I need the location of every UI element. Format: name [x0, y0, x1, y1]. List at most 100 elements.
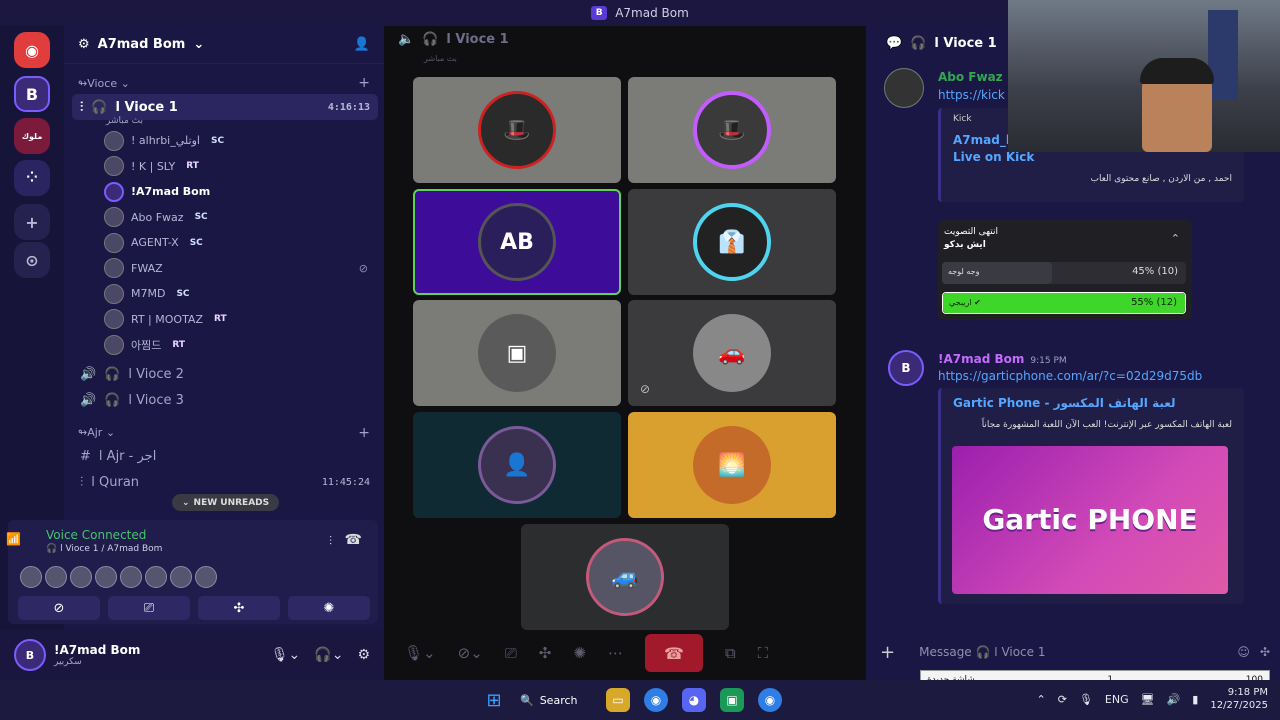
participant-tile[interactable]: 👤 — [413, 412, 621, 518]
noise-suppression-icon[interactable]: ⫶ — [329, 534, 332, 549]
discord-home-icon[interactable]: ◉ — [14, 32, 50, 68]
headphones-icon[interactable]: 🎧⌄ — [314, 647, 343, 663]
gartic-phone-image[interactable]: Gartic PHONE — [952, 446, 1228, 594]
microphone-icon[interactable]: 🎙⌄ — [271, 647, 301, 663]
add-channel-icon[interactable]: + — [358, 75, 370, 91]
category-label: Vioce — [87, 76, 118, 90]
app-icon[interactable]: ▣ — [720, 688, 744, 712]
avatar[interactable] — [45, 566, 67, 588]
voice-user[interactable]: ! K | SLY RT — [64, 154, 384, 180]
avatar[interactable] — [95, 566, 117, 588]
message-link[interactable]: https://kick — [938, 88, 1005, 102]
message-composer[interactable]: + Message 🎧 ا Vioce 1 ☺ ✣ — [880, 636, 1270, 668]
embed-title[interactable]: Gartic Phone - لعبة الهاتف المكسور — [953, 396, 1176, 410]
windows-start-icon[interactable]: ⊞ — [482, 688, 506, 712]
camera-off-button[interactable]: ⊘ — [18, 596, 100, 620]
poll-option-winner[interactable]: اريبجي ✔ 55% (12) — [942, 292, 1186, 314]
message-input[interactable]: Message 🎧 ا Vioce 1 — [919, 645, 1045, 659]
file-explorer-icon[interactable]: ▭ — [606, 688, 630, 712]
discord-icon[interactable]: ◕ — [682, 688, 706, 712]
voice-user[interactable]: M7MD SC — [64, 281, 384, 307]
avatar — [104, 232, 124, 253]
channel-quran[interactable]: ⫶ ا Quran 11:45:24 — [72, 470, 378, 496]
camera-off-icon[interactable]: ⊘⌄ — [458, 644, 483, 662]
voice-user[interactable]: Abo Fwaz SC — [64, 205, 384, 231]
screen-share-icon[interactable]: ⎚ — [505, 644, 517, 662]
microphone-icon[interactable]: 🎙 — [1079, 693, 1093, 706]
popout-icon[interactable]: ⧉ — [725, 644, 736, 662]
voice-user[interactable]: FWAZ ⊘ — [64, 256, 384, 282]
message-author[interactable]: Abo Fwaz — [938, 70, 1003, 84]
voice-user[interactable]: RT | MOOTAZ RT — [64, 307, 384, 333]
apps-icon[interactable]: ✣ — [1260, 645, 1270, 659]
hash-icon: # — [80, 449, 91, 464]
server-header[interactable]: ⚙ A7mad Bom ⌄ 👤 — [64, 26, 384, 64]
voice-user[interactable]: 아찜드 RT — [64, 332, 384, 358]
volume-icon[interactable]: 🔊 — [1167, 693, 1181, 706]
participant-tile[interactable]: 🎩 — [413, 77, 621, 183]
activities-icon[interactable]: ✣ — [539, 644, 552, 662]
avatar[interactable] — [70, 566, 92, 588]
participant-tile[interactable]: 🚙 — [521, 524, 729, 630]
role-badge: SC — [189, 237, 203, 248]
channel-vioce-3[interactable]: 🔊 🎧 ا Vioce 3 — [72, 388, 378, 414]
screen-share-button[interactable]: ⎚ — [108, 596, 190, 620]
avatar[interactable] — [145, 566, 167, 588]
voice-user[interactable]: ! alhrbi_اوتلي SC — [64, 128, 384, 154]
avatar[interactable] — [195, 566, 217, 588]
message-link[interactable]: https://garticphone.com/ar/?c=02d29d75db — [938, 369, 1202, 383]
avatar[interactable]: B — [888, 350, 924, 386]
voice-user[interactable]: AGENT-X SC — [64, 230, 384, 256]
chevron-up-icon[interactable]: ⌃ — [1171, 232, 1180, 245]
participant-tile[interactable]: ▣ — [413, 300, 621, 406]
chrome-icon[interactable]: ◉ — [644, 688, 668, 712]
channel-ajr[interactable]: # ا Ajr - اجر — [72, 444, 378, 470]
channel-vioce-2[interactable]: 🔊 🎧 ا Vioce 2 — [72, 362, 378, 388]
taskbar-search[interactable]: 🔍 Search — [520, 688, 592, 712]
category-vioce[interactable]: ↬ Vioce ⌄ + — [64, 72, 384, 94]
participant-tile[interactable]: 🎩 — [628, 77, 836, 183]
avatar[interactable] — [170, 566, 192, 588]
server-folder[interactable]: ⁘ — [14, 160, 50, 196]
participant-tile[interactable]: 👔 — [628, 189, 836, 295]
avatar[interactable] — [884, 68, 924, 108]
language-indicator[interactable]: ENG — [1105, 693, 1129, 706]
chevron-up-icon[interactable]: ⌃ — [1037, 693, 1046, 706]
activities-button[interactable]: ✣ — [198, 596, 280, 620]
discover-icon[interactable]: ⊙ — [14, 242, 50, 278]
signal-icon[interactable]: 📶 — [6, 532, 21, 546]
more-options-icon[interactable]: ⋯ — [608, 644, 623, 662]
avatar[interactable] — [120, 566, 142, 588]
disconnect-icon[interactable]: ☎ — [345, 532, 362, 548]
soundboard-icon[interactable]: ✺ — [573, 644, 586, 662]
chrome-profile-icon[interactable]: ◉ — [758, 688, 782, 712]
emoji-icon[interactable]: ☺ — [1237, 645, 1250, 659]
voice-user[interactable]: !A7mad Bom — [64, 179, 384, 205]
battery-icon[interactable]: ▮ — [1192, 693, 1198, 706]
settings-gear-icon[interactable]: ⚙ — [357, 647, 370, 663]
disconnect-button[interactable]: ☎ — [644, 634, 703, 672]
add-member-icon[interactable]: 👤 — [354, 37, 370, 52]
avatar[interactable]: B — [14, 639, 46, 671]
participant-tile-speaking[interactable]: AB — [413, 189, 621, 295]
participant-tile[interactable]: 🌅 — [628, 412, 836, 518]
poll-option[interactable]: وجه لوجه 45% (10) — [942, 262, 1186, 284]
add-server-icon[interactable]: + — [14, 204, 50, 240]
add-attachment-icon[interactable]: + — [880, 642, 895, 663]
clock[interactable]: 9:18 PM 12/27/2025 — [1210, 686, 1268, 712]
sync-icon[interactable]: ⟳ — [1058, 693, 1067, 706]
network-icon[interactable]: 🖥 — [1141, 693, 1155, 706]
soundboard-button[interactable]: ✺ — [288, 596, 370, 620]
new-unreads-pill[interactable]: ⌄ NEW UNREADS — [172, 494, 280, 511]
category-ajr[interactable]: ↬ Ajr ⌄ + — [64, 422, 384, 444]
avatar[interactable] — [20, 566, 42, 588]
microphone-icon[interactable]: 🎙⌄ — [404, 644, 436, 662]
fullscreen-icon[interactable]: ⛶ — [758, 644, 769, 662]
add-channel-icon[interactable]: + — [358, 425, 370, 441]
category-label: Ajr — [87, 426, 103, 439]
server-red[interactable]: ملوك — [14, 118, 50, 154]
participant-tile[interactable]: 🚗 ⊘ — [628, 300, 836, 406]
poll-option-percent: 55% (12) — [1131, 297, 1177, 308]
message-author[interactable]: !A7mad Bom 9:15 PM — [938, 352, 1067, 366]
server-ab[interactable]: B — [14, 76, 50, 112]
